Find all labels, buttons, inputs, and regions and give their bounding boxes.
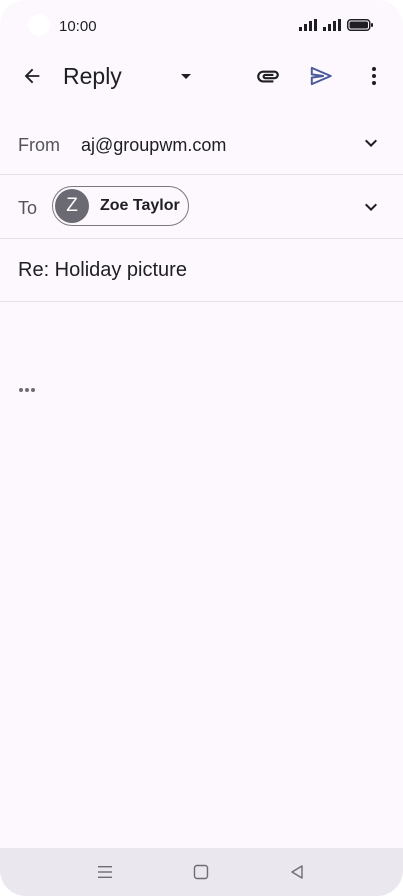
attach-icon [257, 70, 279, 83]
to-row: To Z Zoe Taylor [0, 175, 403, 239]
nav-recents-button[interactable] [85, 852, 125, 892]
battery-icon [347, 19, 373, 31]
status-icons [299, 19, 373, 31]
dropdown-icon [181, 74, 191, 79]
nav-home-button[interactable] [181, 852, 221, 892]
phone-screen: 10:00 Reply From aj@groupwm.com To Z Zoe… [0, 0, 403, 896]
reply-type-dropdown[interactable] [166, 56, 206, 96]
more-options-button[interactable] [354, 56, 394, 96]
camera-cutout [28, 14, 50, 36]
status-bar: 10:00 [0, 0, 403, 52]
send-button[interactable] [301, 56, 341, 96]
status-time: 10:00 [59, 18, 97, 35]
navigation-bar [0, 848, 403, 896]
show-quoted-text-button[interactable] [14, 380, 40, 400]
attach-button[interactable] [248, 56, 288, 96]
nav-back-button[interactable] [277, 852, 317, 892]
to-expand-button[interactable] [351, 187, 391, 227]
from-address[interactable]: aj@groupwm.com [81, 135, 226, 156]
subject-row[interactable]: Re: Holiday picture [0, 239, 403, 302]
back-button[interactable] [12, 56, 52, 96]
send-icon [310, 66, 332, 86]
signal-icon [323, 19, 341, 31]
from-row: From aj@groupwm.com [0, 112, 403, 175]
page-title: Reply [63, 63, 122, 89]
dot-icon [31, 388, 35, 392]
dot-icon [19, 388, 23, 392]
square-home-icon [193, 864, 209, 880]
chevron-down-icon [365, 139, 377, 147]
menu-lines-icon [98, 866, 112, 878]
recipient-chip[interactable]: Z Zoe Taylor [52, 186, 189, 226]
recipient-name: Zoe Taylor [100, 197, 180, 214]
avatar: Z [55, 189, 89, 223]
from-label: From [18, 135, 60, 155]
chevron-down-icon [365, 203, 377, 211]
signal-icon [299, 19, 317, 31]
triangle-back-icon [291, 865, 303, 879]
from-expand-button[interactable] [351, 123, 391, 163]
back-arrow-icon [24, 68, 40, 84]
more-vert-icon [372, 67, 376, 85]
dot-icon [25, 388, 29, 392]
subject-input[interactable]: Re: Holiday picture [18, 259, 187, 282]
to-label: To [18, 198, 38, 218]
app-bar: Reply [0, 52, 403, 100]
